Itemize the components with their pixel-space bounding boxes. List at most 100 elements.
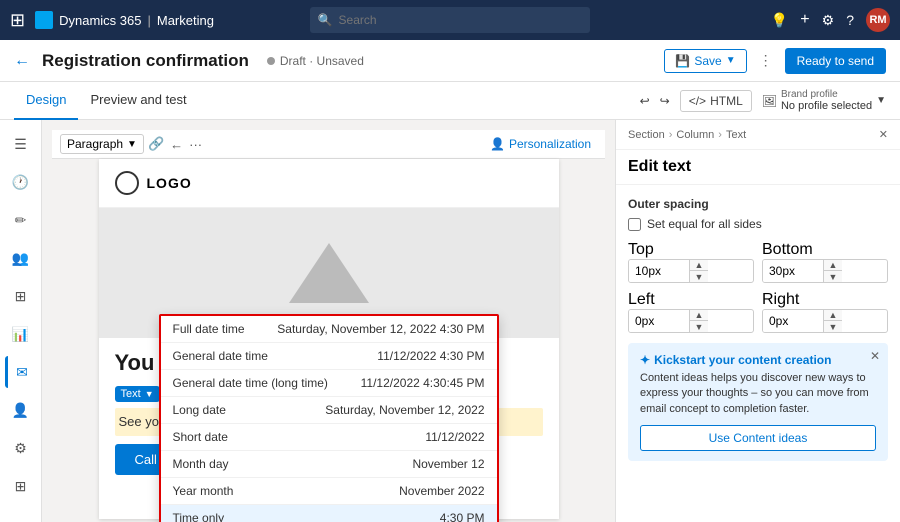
top-label: Top (628, 241, 654, 258)
dropdown-row[interactable]: Short date11/12/2022 (161, 424, 497, 451)
bottom-down-arrow[interactable]: ▼ (824, 271, 842, 282)
ready-to-send-button[interactable]: Ready to send (785, 48, 886, 74)
dropdown-row[interactable]: Time only4:30 PM (161, 505, 497, 522)
panel-breadcrumb: Section › Column › Text ✕ (616, 120, 900, 150)
save-caret[interactable]: ▼ (726, 55, 736, 66)
right-input-group: ▲ ▼ (762, 309, 888, 333)
avatar[interactable]: RM (866, 8, 890, 32)
sidebar-clock-icon[interactable]: 🕐 (5, 166, 37, 198)
dropdown-row-label: Full date time (173, 322, 278, 336)
equal-sides-checkbox[interactable] (628, 218, 641, 231)
undo-button[interactable]: ↩ (640, 94, 650, 108)
sidebar-edit-icon[interactable]: ✏ (5, 204, 37, 236)
html-button[interactable]: </> HTML (680, 90, 752, 112)
dropdown-row-value: 4:30 PM (440, 511, 485, 522)
draft-dot (267, 57, 275, 65)
text-label: Text (121, 388, 141, 400)
sidebar-filter-icon[interactable]: ⊞ (5, 280, 37, 312)
dropdown-row[interactable]: Long dateSaturday, November 12, 2022 (161, 397, 497, 424)
sidebar-settings-icon[interactable]: ⚙ (5, 432, 37, 464)
nav-icons: 💡 + ⚙ ? RM (771, 8, 890, 32)
top-down-arrow[interactable]: ▼ (690, 271, 708, 282)
top-input-group: ▲ ▼ (628, 259, 754, 283)
sidebar-people-icon[interactable]: 👥 (5, 242, 37, 274)
dropdown-rows: Full date timeSaturday, November 12, 202… (161, 316, 497, 522)
grid-icon[interactable]: ⊞ (10, 10, 25, 31)
dropdown-row-label: Year month (173, 484, 400, 498)
sidebar-menu-icon[interactable]: ☰ (5, 128, 37, 160)
search-input[interactable] (339, 13, 582, 27)
dropdown-row[interactable]: Full date timeSaturday, November 12, 202… (161, 316, 497, 343)
top-input[interactable] (629, 260, 689, 282)
draft-label: Draft · Unsaved (280, 54, 364, 68)
sidebar-contact-icon[interactable]: 👤 (5, 394, 37, 426)
outer-spacing-label: Outer spacing (628, 197, 888, 211)
text-selected-bar[interactable]: Text ▼ (115, 386, 160, 402)
kickstart-close-button[interactable]: ✕ (870, 349, 880, 363)
sparkle-icon: ✦ (640, 353, 650, 367)
plus-icon[interactable]: + (800, 11, 809, 29)
panel-close-button[interactable]: ✕ (879, 128, 888, 141)
page-title: Registration confirmation (42, 51, 249, 71)
left-input-group: ▲ ▼ (628, 309, 754, 333)
left-input[interactable] (629, 310, 689, 332)
right-panel: Section › Column › Text ✕ Edit text Oute… (615, 120, 900, 522)
kickstart-text: Content ideas helps you discover new way… (640, 371, 876, 417)
dropdown-row-label: General date time (173, 349, 378, 363)
lightbulb-icon[interactable]: 💡 (771, 12, 788, 29)
search-bar[interactable]: 🔍 (310, 7, 590, 33)
dropdown-row[interactable]: General date time11/12/2022 4:30 PM (161, 343, 497, 370)
tab-design[interactable]: Design (14, 82, 78, 120)
left-spacing: Left ▲ ▼ (628, 291, 754, 333)
module-name: Marketing (157, 13, 214, 28)
right-input[interactable] (763, 310, 823, 332)
brand-caret-icon: ▼ (876, 95, 886, 106)
breadcrumb-text: Text (726, 129, 746, 141)
left-up-arrow[interactable]: ▲ (690, 310, 708, 321)
sidebar-apps-icon[interactable]: ⊞ (5, 470, 37, 502)
breadcrumb-section: Section (628, 129, 665, 141)
paragraph-select[interactable]: Paragraph ▼ (60, 134, 144, 154)
equal-sides-label: Set equal for all sides (647, 217, 762, 231)
right-up-arrow[interactable]: ▲ (824, 310, 842, 321)
dropdown-row-value: 11/12/2022 4:30:45 PM (361, 376, 485, 390)
dropdown-row-value: November 12 (412, 457, 484, 471)
content-ideas-button[interactable]: Use Content ideas (640, 425, 876, 451)
app-name: Dynamics 365 (59, 13, 141, 28)
dropdown-row-value: 11/12/2022 4:30 PM (377, 349, 484, 363)
save-icon: 💾 (675, 54, 690, 68)
sidebar-email-icon[interactable]: ✉ (5, 356, 37, 388)
brand-profile-selector[interactable]: 🖼 Brand profile No profile selected ▼ (762, 89, 886, 112)
tab-preview[interactable]: Preview and test (78, 82, 198, 120)
dropdown-row-value: November 2022 (399, 484, 484, 498)
right-spacing: Right ▲ ▼ (762, 291, 888, 333)
dropdown-row-label: Time only (173, 511, 440, 522)
html-icon: </> (689, 94, 706, 108)
bottom-spacing: Bottom ▲ ▼ (762, 241, 888, 283)
dropdown-row[interactable]: Month dayNovember 12 (161, 451, 497, 478)
redo-button[interactable]: ↪ (660, 94, 670, 108)
dropdown-row[interactable]: Year monthNovember 2022 (161, 478, 497, 505)
dropdown-row[interactable]: General date time (long time)11/12/2022 … (161, 370, 497, 397)
top-up-arrow[interactable]: ▲ (690, 260, 708, 271)
sidebar-chart-icon[interactable]: 📊 (5, 318, 37, 350)
dropdown-row-label: Short date (173, 430, 426, 444)
bottom-input[interactable] (763, 260, 823, 282)
help-icon[interactable]: ? (846, 12, 854, 28)
personalization-button[interactable]: 👤 Personalization (484, 135, 597, 153)
link-icon[interactable]: 🔗 (148, 136, 164, 152)
back-button[interactable]: ← (14, 52, 30, 70)
left-down-arrow[interactable]: ▼ (690, 321, 708, 332)
bottom-input-group: ▲ ▼ (762, 259, 888, 283)
right-down-arrow[interactable]: ▼ (824, 321, 842, 332)
bottom-up-arrow[interactable]: ▲ (824, 260, 842, 271)
sub-toolbar: Design Preview and test ↩ ↪ </> HTML 🖼 B… (0, 82, 900, 120)
more-icon[interactable]: ··· (189, 137, 202, 152)
settings-icon[interactable]: ⚙ (822, 12, 835, 29)
more-options-button[interactable]: ⋮ (755, 48, 777, 73)
canvas-toolbar: Paragraph ▼ 🔗 ← ··· 👤 Personalization (52, 130, 605, 159)
arrow-left-icon[interactable]: ← (170, 137, 183, 152)
save-button[interactable]: 💾 Save ▼ (664, 49, 746, 73)
equal-sides-row: Set equal for all sides (628, 217, 888, 231)
logo-circle (115, 171, 139, 195)
